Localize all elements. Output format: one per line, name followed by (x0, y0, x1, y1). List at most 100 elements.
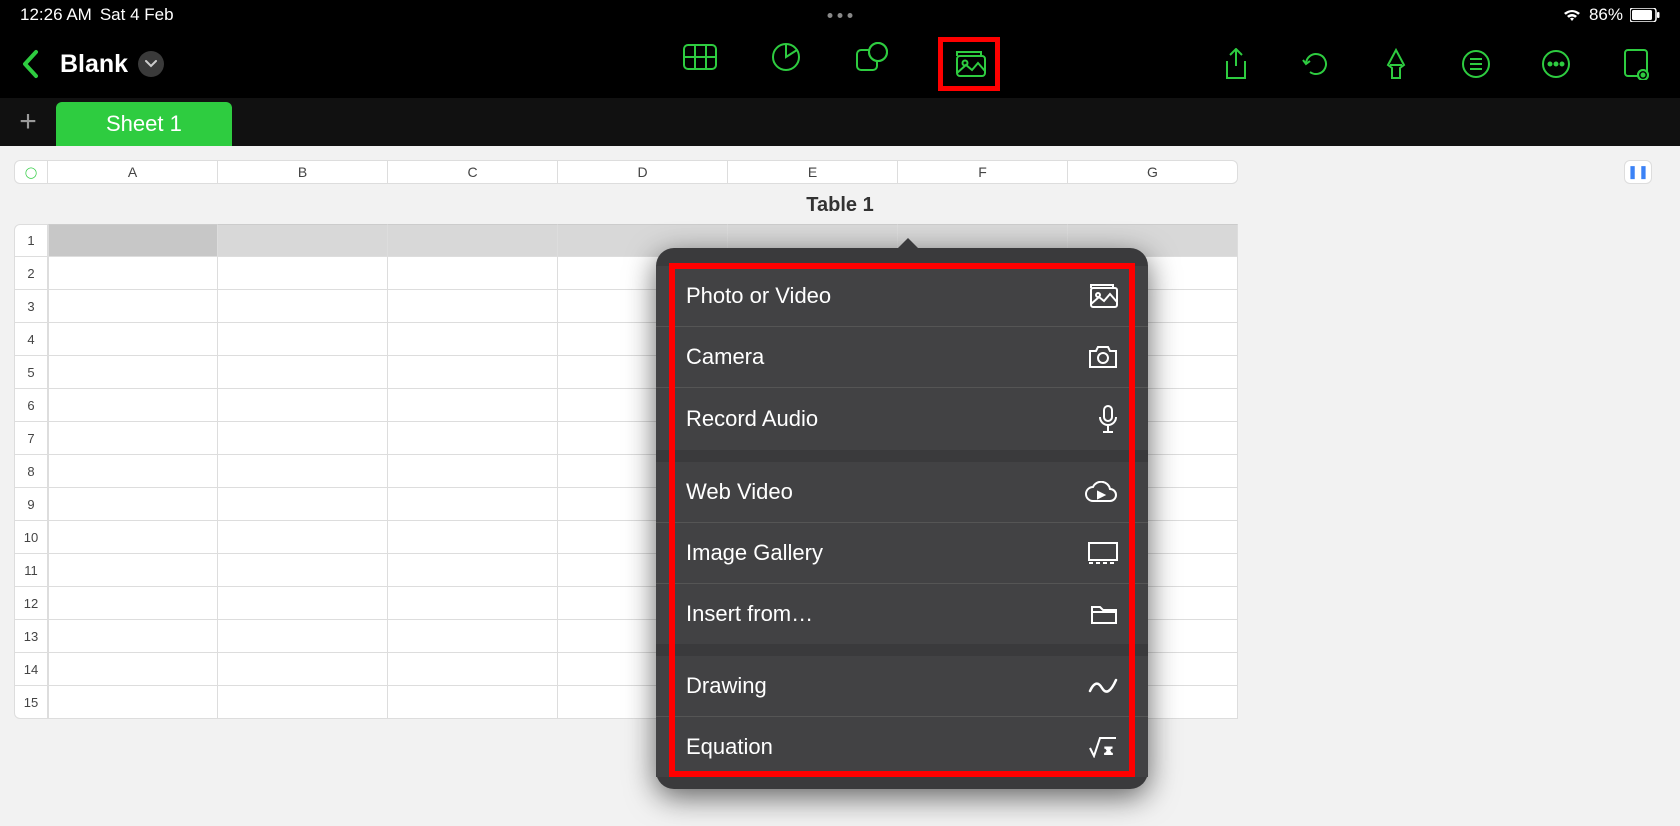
add-sheet-button[interactable]: + (0, 98, 56, 146)
format-brush-icon[interactable] (1376, 44, 1416, 84)
list-icon[interactable] (1456, 44, 1496, 84)
column-header[interactable]: E (728, 160, 898, 184)
cell[interactable] (218, 290, 388, 323)
cell[interactable] (388, 455, 558, 488)
cell[interactable] (48, 488, 218, 521)
cell[interactable] (218, 356, 388, 389)
insert-media-highlight (938, 37, 1000, 91)
cell[interactable] (218, 422, 388, 455)
row-header[interactable]: 12 (14, 587, 48, 620)
cell[interactable] (218, 224, 388, 257)
share-icon[interactable] (1216, 44, 1256, 84)
cell[interactable] (48, 521, 218, 554)
cell[interactable] (218, 521, 388, 554)
cell[interactable] (48, 323, 218, 356)
menu-item-photo[interactable]: Photo or Video (656, 266, 1148, 327)
cell[interactable] (48, 257, 218, 290)
select-all-corner[interactable]: ◯ (14, 160, 48, 184)
menu-item-gallery[interactable]: Image Gallery (656, 523, 1148, 584)
row-header[interactable]: 11 (14, 554, 48, 587)
toolbar-right-group (1216, 44, 1666, 84)
sheet-tab-1[interactable]: Sheet 1 (56, 102, 232, 146)
row-header[interactable]: 8 (14, 455, 48, 488)
menu-item-cloud[interactable]: Web Video (656, 462, 1148, 523)
insert-media-icon[interactable] (949, 44, 989, 84)
cell[interactable] (218, 686, 388, 719)
cell[interactable] (388, 224, 558, 257)
sheet-tab-label: Sheet 1 (106, 111, 182, 137)
row-header[interactable]: 2 (14, 257, 48, 290)
cell[interactable] (388, 323, 558, 356)
menu-item-camera[interactable]: Camera (656, 327, 1148, 388)
insert-chart-icon[interactable] (766, 37, 806, 77)
cell[interactable] (48, 290, 218, 323)
cell[interactable] (218, 257, 388, 290)
row-header[interactable]: 9 (14, 488, 48, 521)
more-icon[interactable] (1536, 44, 1576, 84)
menu-item-mic[interactable]: Record Audio (656, 388, 1148, 450)
insert-table-icon[interactable] (680, 37, 720, 77)
cell[interactable] (218, 323, 388, 356)
title-dropdown-button[interactable] (138, 51, 164, 77)
cell[interactable] (48, 389, 218, 422)
cell[interactable] (218, 653, 388, 686)
insert-shape-icon[interactable] (852, 37, 892, 77)
cell[interactable] (388, 356, 558, 389)
cell[interactable] (48, 653, 218, 686)
wifi-icon (1562, 8, 1582, 23)
row-header[interactable]: 7 (14, 422, 48, 455)
undo-icon[interactable] (1296, 44, 1336, 84)
row-header[interactable]: 4 (14, 323, 48, 356)
row-header[interactable]: 14 (14, 653, 48, 686)
toolbar-insert-group (680, 37, 1000, 91)
cell[interactable] (218, 554, 388, 587)
cell[interactable] (218, 389, 388, 422)
column-header[interactable]: A (48, 160, 218, 184)
row-header[interactable]: 10 (14, 521, 48, 554)
cell[interactable] (388, 587, 558, 620)
cell[interactable] (388, 422, 558, 455)
column-header[interactable]: G (1068, 160, 1238, 184)
column-header[interactable]: B (218, 160, 388, 184)
menu-item-folder[interactable]: Insert from… (656, 584, 1148, 644)
cell[interactable] (48, 554, 218, 587)
row-header[interactable]: 5 (14, 356, 48, 389)
column-pause-button[interactable]: ❚❚ (1624, 160, 1652, 184)
cell[interactable] (48, 686, 218, 719)
menu-item-scribble[interactable]: Drawing (656, 656, 1148, 717)
cell[interactable] (388, 554, 558, 587)
column-header[interactable]: F (898, 160, 1068, 184)
cell[interactable] (48, 587, 218, 620)
row-header[interactable]: 15 (14, 686, 48, 719)
menu-item-label: Drawing (686, 673, 767, 699)
row-header[interactable]: 13 (14, 620, 48, 653)
row-header[interactable]: 6 (14, 389, 48, 422)
row-header[interactable]: 3 (14, 290, 48, 323)
column-header[interactable]: C (388, 160, 558, 184)
document-settings-icon[interactable] (1616, 44, 1656, 84)
cell[interactable] (218, 587, 388, 620)
document-title-wrap[interactable]: Blank (60, 50, 164, 79)
cell[interactable] (48, 356, 218, 389)
menu-item-sqrt[interactable]: Equationx (656, 717, 1148, 777)
cell[interactable] (388, 620, 558, 653)
cell[interactable] (48, 620, 218, 653)
cell[interactable] (218, 455, 388, 488)
cell[interactable] (388, 389, 558, 422)
cell[interactable] (388, 290, 558, 323)
cell[interactable] (218, 620, 388, 653)
spreadsheet-canvas[interactable]: ◯ ABCDEFG ❚❚ Table 1 1234567891011121314… (0, 146, 1680, 826)
cell[interactable] (388, 521, 558, 554)
multitask-dots[interactable] (828, 13, 853, 18)
cell[interactable] (48, 455, 218, 488)
cell[interactable] (388, 653, 558, 686)
row-header[interactable]: 1 (14, 224, 48, 257)
cell[interactable] (48, 422, 218, 455)
column-header[interactable]: D (558, 160, 728, 184)
cell[interactable] (388, 257, 558, 290)
cell[interactable] (388, 488, 558, 521)
cell[interactable] (388, 686, 558, 719)
cell[interactable] (218, 488, 388, 521)
cell[interactable] (48, 224, 218, 257)
back-button[interactable] (14, 49, 48, 79)
